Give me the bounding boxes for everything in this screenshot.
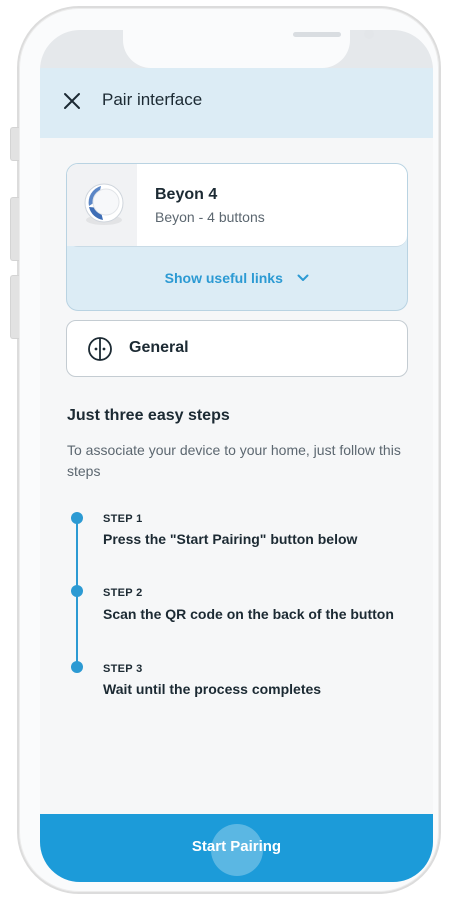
- step-dot: [71, 512, 83, 524]
- steps-heading: Just three easy steps: [67, 407, 230, 424]
- device-info: Beyon 4 Beyon - 4 buttons: [67, 164, 407, 247]
- speaker-grille: [293, 32, 341, 37]
- top-bar: Pair interface: [40, 68, 433, 138]
- step-number: STEP 1: [103, 513, 143, 525]
- chevron-down-icon: [297, 274, 309, 281]
- category-label: General: [129, 339, 189, 356]
- step-text: Wait until the process completes: [103, 681, 322, 697]
- step-text: Scan the QR code on the back of the butt…: [103, 606, 394, 622]
- device-name: Beyon 4: [155, 186, 218, 203]
- step-dot: [71, 585, 83, 597]
- phone-side-button: [10, 127, 19, 161]
- app-screen: Pair interface Beyon 4 Beyon - 4 buttons…: [40, 30, 433, 882]
- show-links-label: Show useful links: [164, 269, 283, 286]
- step-number: STEP 2: [103, 587, 143, 599]
- general-category-icon: [88, 337, 112, 361]
- device-card: Beyon 4 Beyon - 4 buttons Show useful li…: [66, 163, 408, 311]
- show-links-toggle[interactable]: Show useful links: [67, 269, 407, 287]
- phone-side-button: [10, 197, 19, 261]
- close-icon[interactable]: [62, 91, 82, 111]
- category-card[interactable]: General: [66, 320, 408, 377]
- steps-description: To associate your device to your home, j…: [67, 442, 401, 479]
- page-title: Pair interface: [102, 90, 203, 109]
- step-number: STEP 3: [103, 663, 143, 675]
- device-model: Beyon - 4 buttons: [155, 209, 265, 225]
- phone-side-button: [10, 275, 19, 339]
- start-pairing-button[interactable]: Start Pairing: [40, 838, 433, 855]
- step-dot: [71, 661, 83, 673]
- device-image: [67, 164, 137, 246]
- phone-notch: [123, 30, 374, 68]
- step-text: Press the "Start Pairing" button below: [103, 531, 358, 547]
